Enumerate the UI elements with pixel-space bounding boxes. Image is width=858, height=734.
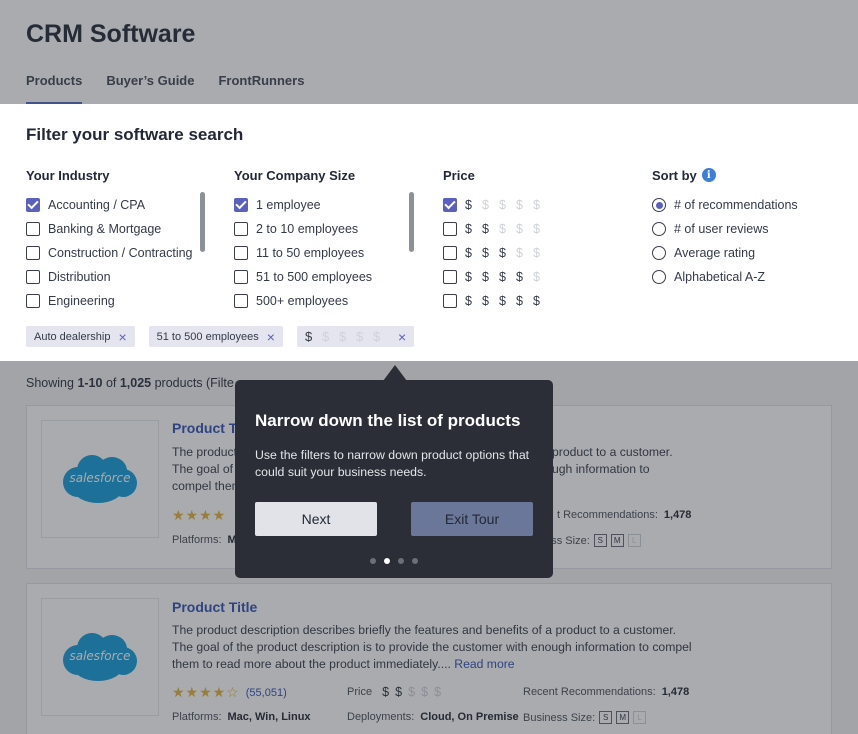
checkbox[interactable] <box>234 294 248 308</box>
active-filter-chips: Auto dealership × 51 to 500 employees × … <box>26 326 415 347</box>
price-option[interactable]: $ $ $ $ $ <box>443 217 593 241</box>
close-icon[interactable]: × <box>398 330 406 344</box>
price-option[interactable]: $ $ $ $ $ <box>443 193 593 217</box>
price-dollar: $ <box>482 222 489 236</box>
industry-option[interactable]: Construction / Contracting <box>26 241 216 265</box>
checkbox[interactable] <box>26 198 40 212</box>
company-size-scrollbar[interactable] <box>409 192 414 252</box>
price-dollar: $ <box>533 222 540 236</box>
tour-step-indicator <box>235 558 553 564</box>
price-option[interactable]: $ $ $ $ $ <box>443 289 593 313</box>
checkbox[interactable] <box>443 246 457 260</box>
close-icon[interactable]: × <box>118 330 126 344</box>
price-dollar: $ <box>465 270 472 284</box>
price-filter: Price $ $ $ $ $ $ $ $ $ $ $ $ $ $ $ $ $ $ $ $ $ $ $ $ $ <box>443 163 593 313</box>
info-icon[interactable]: i <box>701 168 716 182</box>
radio[interactable] <box>652 222 666 236</box>
price-dollar: $ <box>499 222 506 236</box>
sort-option[interactable]: # of recommendations <box>652 193 842 217</box>
company-size-option[interactable]: 1 employee <box>234 193 404 217</box>
price-dollar: $ <box>482 246 489 260</box>
price-dollar: $ <box>321 329 330 344</box>
sort-option[interactable]: # of user reviews <box>652 217 842 241</box>
company-size-option[interactable]: 500+ employees <box>234 289 404 313</box>
checkbox[interactable] <box>26 222 40 236</box>
tour-popover: Narrow down the list of products Use the… <box>235 380 553 578</box>
checkbox[interactable] <box>234 270 248 284</box>
industry-filter: Your Industry Accounting / CPA Banking &… <box>26 163 216 313</box>
checkbox[interactable] <box>26 294 40 308</box>
price-dollar: $ <box>372 329 381 344</box>
company-size-option[interactable]: 2 to 10 employees <box>234 217 404 241</box>
price-dollar: $ <box>465 294 472 308</box>
tour-body: Use the filters to narrow down product o… <box>255 448 530 479</box>
tour-title: Narrow down the list of products <box>255 411 521 430</box>
checkbox[interactable] <box>26 270 40 284</box>
sort-option[interactable]: Average rating <box>652 241 842 265</box>
sort-by-filter: Sort by i # of recommendations # of user … <box>652 163 842 289</box>
filter-chip-price: $ $ $ $ $ × <box>296 326 415 347</box>
price-dollar: $ <box>533 294 540 308</box>
price-dollar: $ <box>338 329 347 344</box>
industry-option[interactable]: Accounting / CPA <box>26 193 216 217</box>
price-dollar: $ <box>499 198 506 212</box>
checkbox[interactable] <box>443 198 457 212</box>
filter-title: Filter your software search <box>26 125 244 144</box>
checkbox[interactable] <box>234 198 248 212</box>
industry-option[interactable]: Banking & Mortgage <box>26 217 216 241</box>
price-dollar: $ <box>465 246 472 260</box>
price-dollar: $ <box>465 198 472 212</box>
exit-tour-button[interactable]: Exit Tour <box>411 502 533 536</box>
price-dollar: $ <box>304 329 313 344</box>
price-dollar: $ <box>516 246 523 260</box>
company-size-filter: Your Company Size 1 employee 2 to 10 emp… <box>234 163 404 313</box>
tour-step-dot[interactable] <box>398 558 404 564</box>
sort-option[interactable]: Alphabetical A-Z <box>652 265 842 289</box>
next-button[interactable]: Next <box>255 502 377 536</box>
company-size-option[interactable]: 51 to 500 employees <box>234 265 404 289</box>
radio[interactable] <box>652 246 666 260</box>
price-dollar: $ <box>516 294 523 308</box>
industry-scrollbar[interactable] <box>200 192 205 252</box>
price-option[interactable]: $ $ $ $ $ <box>443 265 593 289</box>
radio[interactable] <box>652 270 666 284</box>
industry-option[interactable]: Engineering <box>26 289 216 313</box>
tour-step-dot[interactable] <box>370 558 376 564</box>
price-dollar: $ <box>499 294 506 308</box>
price-dollar: $ <box>499 246 506 260</box>
radio[interactable] <box>652 198 666 212</box>
price-option[interactable]: $ $ $ $ $ <box>443 241 593 265</box>
checkbox[interactable] <box>443 294 457 308</box>
price-dollar: $ <box>355 329 364 344</box>
price-dollar: $ <box>499 270 506 284</box>
price-dollar: $ <box>482 294 489 308</box>
checkbox[interactable] <box>443 270 457 284</box>
price-dollar: $ <box>533 198 540 212</box>
company-size-option[interactable]: 11 to 50 employees <box>234 241 404 265</box>
price-dollar: $ <box>482 198 489 212</box>
checkbox[interactable] <box>26 246 40 260</box>
price-dollar: $ <box>465 222 472 236</box>
tour-step-dot[interactable] <box>384 558 390 564</box>
price-dollar: $ <box>482 270 489 284</box>
price-dollar: $ <box>533 270 540 284</box>
checkbox[interactable] <box>234 246 248 260</box>
filter-chip: Auto dealership × <box>26 326 135 347</box>
checkbox[interactable] <box>234 222 248 236</box>
tour-pointer <box>383 365 407 381</box>
checkbox[interactable] <box>443 222 457 236</box>
filter-panel: Filter your software search Your Industr… <box>0 104 858 361</box>
filter-chip: 51 to 500 employees × <box>148 326 283 347</box>
price-dollar: $ <box>516 270 523 284</box>
close-icon[interactable]: × <box>267 330 275 344</box>
price-dollar: $ <box>516 222 523 236</box>
price-dollar: $ <box>533 246 540 260</box>
price-dollar: $ <box>516 198 523 212</box>
tour-step-dot[interactable] <box>412 558 418 564</box>
industry-option[interactable]: Distribution <box>26 265 216 289</box>
